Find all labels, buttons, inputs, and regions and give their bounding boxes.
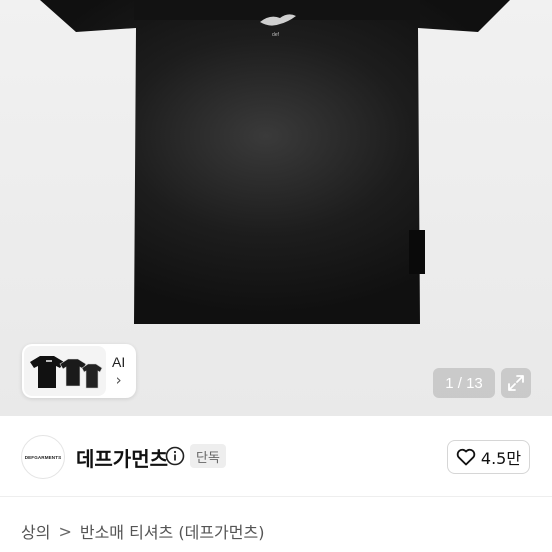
expand-button[interactable] <box>501 368 531 398</box>
like-count: 4.5만 <box>480 449 522 468</box>
ai-label: AI <box>112 354 126 370</box>
product-image-gallery[interactable]: def AI › 1 / 13 <box>0 0 552 416</box>
image-counter: 1 / 13 <box>433 368 495 398</box>
info-icon[interactable] <box>165 446 185 466</box>
logo-text: DEFGARMENTS <box>24 454 62 460</box>
seller-row: DEFGARMENTS 데프가먼츠 단독 4.5만 <box>0 416 552 496</box>
heart-icon <box>456 448 476 466</box>
breadcrumb-separator: > <box>58 521 72 541</box>
divider <box>0 496 552 497</box>
svg-text:def: def <box>272 32 280 38</box>
breadcrumb: 상의 > 반소매 티셔츠 (데프가먼츠) <box>21 519 264 543</box>
exclusive-badge: 단독 <box>190 444 226 468</box>
expand-icon <box>508 375 524 391</box>
ai-recommendation-card[interactable]: AI › <box>22 344 136 398</box>
breadcrumb-product[interactable]: 반소매 티셔츠 (데프가먼츠) <box>80 519 265 543</box>
thumbnail-image <box>24 346 106 396</box>
chevron-right-icon: › <box>115 371 122 389</box>
seller-name[interactable]: 데프가먼츠 <box>76 443 168 472</box>
breadcrumb-category[interactable]: 상의 <box>21 519 50 543</box>
seller-logo[interactable]: DEFGARMENTS <box>21 435 65 479</box>
like-button[interactable]: 4.5만 <box>447 440 530 474</box>
